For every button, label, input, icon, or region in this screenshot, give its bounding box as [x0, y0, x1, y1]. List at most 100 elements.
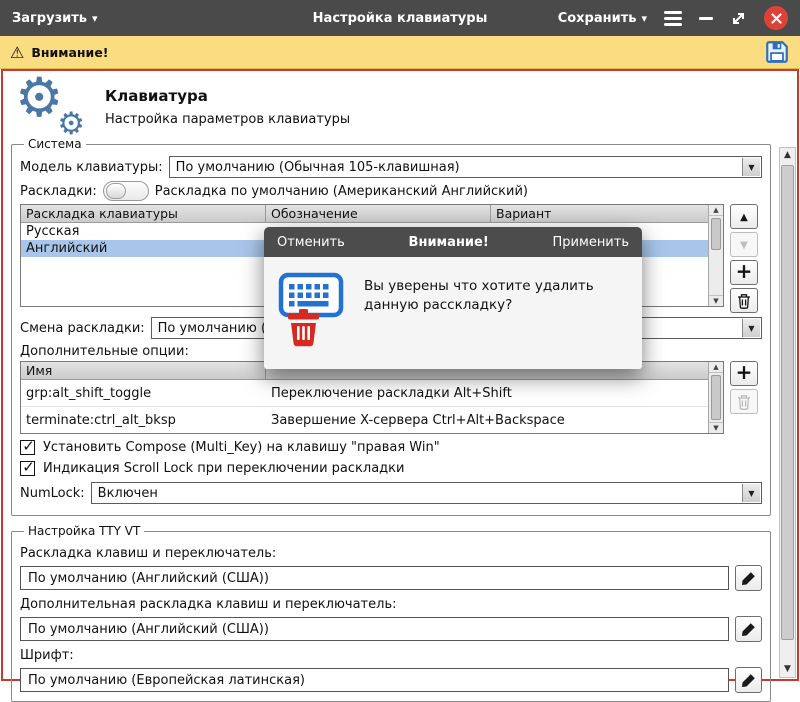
numlock-select[interactable]: Включен — [91, 482, 762, 504]
maximize-button[interactable] — [730, 6, 747, 30]
minimize-button[interactable] — [699, 6, 713, 30]
caret-down-icon — [87, 11, 98, 26]
main-scrollbar[interactable]: ▲ ▼ — [779, 147, 796, 678]
warning-label: Внимание! — [31, 45, 108, 60]
close-button[interactable] — [764, 6, 788, 30]
edit-tty-font-button[interactable] — [735, 667, 762, 693]
dialog-body: Вы уверены что хотите удалить данную рас… — [264, 257, 642, 369]
add-layout-button[interactable] — [730, 260, 758, 285]
load-button[interactable]: Загрузить — [12, 11, 98, 26]
option-description: Завершение X-сервера Ctrl+Alt+Backspace — [266, 413, 723, 428]
tty-group: Настройка TTY VT Раскладка клавиш и пере… — [11, 524, 771, 702]
dropdown-arrow-icon[interactable] — [742, 319, 760, 337]
expand-icon — [730, 10, 747, 27]
window-title: Настройка клавиатуры — [313, 11, 488, 26]
options-table-buttons — [730, 361, 760, 434]
pencil-icon — [741, 673, 756, 688]
scroll-up-icon[interactable]: ▲ — [780, 148, 795, 163]
scrollbar-thumb[interactable] — [711, 218, 721, 250]
dialog-cancel-button[interactable]: Отменить — [277, 235, 345, 250]
scrolllock-checkbox-row[interactable]: Индикация Scroll Lock при переключении р… — [20, 461, 762, 476]
dropdown-arrow-icon[interactable] — [742, 484, 760, 502]
save-button-label: Сохранить — [558, 11, 637, 26]
page-subtitle: Настройка параметров клавиатуры — [105, 112, 350, 127]
compose-checkbox-row[interactable]: Установить Compose (Multi_Key) на клавиш… — [20, 440, 762, 455]
arrow-down-icon — [740, 237, 748, 252]
save-button[interactable]: Сохранить — [558, 11, 647, 26]
numlock-row: NumLock: Включен — [20, 482, 762, 504]
delete-keyboard-layout-icon — [278, 267, 348, 355]
numlock-value: Включен — [98, 486, 158, 501]
option-description: Переключение раскладки Alt+Shift — [266, 386, 723, 401]
arrow-up-icon — [740, 209, 748, 224]
compose-checkbox[interactable] — [20, 440, 35, 455]
caret-down-icon — [636, 11, 647, 26]
dialog-header: Отменить Внимание! Применить — [264, 227, 642, 257]
scroll-up-icon[interactable]: ▲ — [709, 362, 723, 373]
toggle-knob — [106, 183, 126, 199]
tty-extra-layout-row: По умолчанию (Английский (США)) — [20, 616, 762, 642]
layouts-default-toggle[interactable] — [103, 181, 149, 201]
edit-tty-layout-button[interactable] — [735, 565, 762, 591]
compose-checkbox-label: Установить Compose (Multi_Key) на клавиш… — [43, 440, 440, 455]
scroll-down-icon[interactable]: ▼ — [709, 295, 723, 306]
delete-option-button — [730, 389, 758, 414]
load-button-label: Загрузить — [12, 11, 87, 26]
close-icon — [771, 13, 782, 24]
confirm-delete-dialog: Отменить Внимание! Применить — [264, 227, 642, 369]
save-file-button[interactable] — [764, 39, 790, 65]
layouts-default-text: Раскладка по умолчанию (Американский Анг… — [155, 184, 528, 199]
keyboard-model-label: Модель клавиатуры: — [20, 160, 163, 175]
gear-icon — [15, 71, 63, 125]
tty-layout-input[interactable]: По умолчанию (Английский (США)) — [20, 566, 729, 590]
layout-table-buttons — [730, 204, 760, 313]
menu-button[interactable] — [664, 6, 682, 30]
page-title: Клавиатура — [105, 87, 350, 105]
tty-extra-layout-input[interactable]: По умолчанию (Английский (США)) — [20, 617, 729, 641]
tty-font-row: По умолчанию (Европейская латинская) — [20, 667, 762, 693]
tty-font-label: Шрифт: — [20, 648, 762, 663]
scrollbar-thumb[interactable] — [781, 165, 794, 640]
column-header-layout[interactable]: Раскладка клавиатуры — [21, 205, 266, 223]
keyboard-settings-gears-icon — [15, 77, 89, 137]
warning-bar: Внимание! — [0, 36, 800, 69]
tty-font-input[interactable]: По умолчанию (Европейская латинская) — [20, 668, 729, 692]
column-header-code[interactable]: Обозначение — [266, 205, 491, 223]
scroll-up-icon[interactable]: ▲ — [709, 205, 723, 216]
scroll-down-icon[interactable]: ▼ — [780, 662, 795, 677]
edit-tty-extra-layout-button[interactable] — [735, 616, 762, 642]
gear-icon — [57, 109, 85, 140]
option-name: grp:alt_shift_toggle — [21, 386, 266, 401]
layout-table-scrollbar[interactable]: ▲ ▼ — [708, 205, 723, 306]
keyboard-model-value: По умолчанию (Обычная 105-клавишная) — [176, 160, 460, 175]
option-row[interactable]: terminate:ctrl_alt_bksp Завершение X-сер… — [21, 407, 723, 434]
dialog-title: Внимание! — [409, 235, 489, 250]
column-header-name[interactable]: Имя — [21, 362, 266, 380]
scrollbar-thumb[interactable] — [711, 375, 721, 420]
dropdown-arrow-icon[interactable] — [742, 158, 760, 176]
titlebar: Загрузить Настройка клавиатуры Сохранить — [0, 0, 800, 36]
checkmark-icon — [21, 439, 34, 457]
tty-layout-row: По умолчанию (Английский (США)) — [20, 565, 762, 591]
add-option-button[interactable] — [730, 361, 758, 386]
column-header-variant[interactable]: Вариант — [491, 205, 723, 223]
dialog-apply-button[interactable]: Применить — [553, 235, 629, 250]
tty-extra-layout-label: Дополнительная раскладка клавиш и перекл… — [20, 597, 762, 612]
minimize-icon — [699, 17, 713, 20]
tty-font-value: По умолчанию (Европейская латинская) — [28, 673, 305, 688]
pencil-icon — [741, 571, 756, 586]
pencil-icon — [741, 622, 756, 637]
keyboard-model-row: Модель клавиатуры: По умолчанию (Обычная… — [20, 156, 762, 178]
scroll-down-icon[interactable]: ▼ — [709, 422, 723, 433]
plus-icon — [736, 262, 753, 283]
option-row[interactable]: grp:alt_shift_toggle Переключение раскла… — [21, 380, 723, 407]
move-up-button[interactable] — [730, 204, 758, 229]
delete-layout-button[interactable] — [730, 288, 758, 313]
page-header: Клавиатура Настройка параметров клавиату… — [3, 71, 797, 137]
keyboard-model-select[interactable]: По умолчанию (Обычная 105-клавишная) — [169, 156, 762, 178]
floppy-disk-icon — [764, 39, 790, 65]
options-table-scrollbar[interactable]: ▲ ▼ — [708, 362, 723, 433]
scrolllock-checkbox[interactable] — [20, 461, 35, 476]
numlock-label: NumLock: — [20, 486, 85, 501]
tty-group-legend: Настройка TTY VT — [24, 524, 144, 538]
